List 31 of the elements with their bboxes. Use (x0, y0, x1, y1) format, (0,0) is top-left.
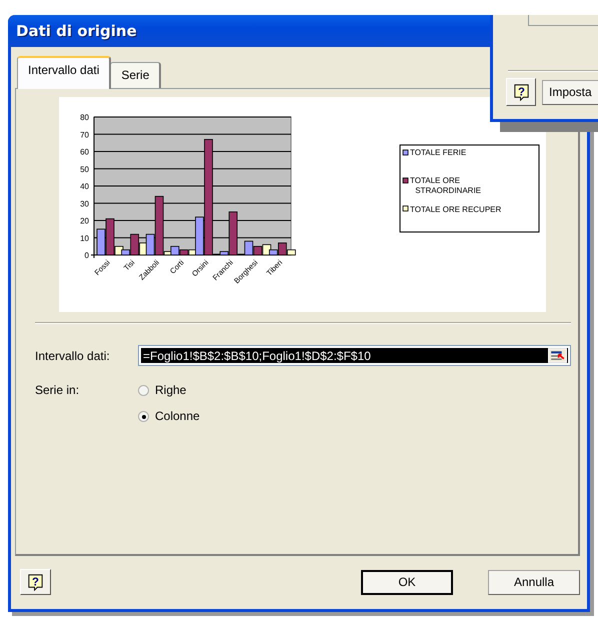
dialog-button[interactable]: OK (361, 570, 453, 594)
help-button[interactable]: ? (20, 569, 51, 595)
y-tick-label: 70 (80, 130, 89, 140)
help-button[interactable]: ? (506, 78, 536, 106)
range-field[interactable]: =Foglio1!$B$2:$B$10;Foglio1!$D$2:$F$10 (138, 345, 571, 366)
y-tick-label: 10 (80, 234, 89, 243)
legend-label: TOTALE ORE RECUPER (410, 205, 502, 214)
tab[interactable]: Serie (110, 62, 162, 88)
legend-label: TOTALE ORE STRAORDINARIE (410, 176, 482, 195)
y-tick-label: 80 (80, 113, 89, 122)
imposta-button[interactable]: Imposta (542, 80, 598, 104)
radio-label[interactable]: Colonne (155, 409, 200, 423)
help-icon: ? (26, 572, 45, 592)
collapse-dialog-icon[interactable] (548, 348, 567, 363)
legend-label: TOTALE FERIE (410, 148, 466, 157)
text-field[interactable] (528, 15, 598, 26)
y-tick-label: 50 (80, 164, 89, 174)
tab[interactable]: Intervallo dati (17, 56, 112, 89)
y-tick-label: 30 (80, 199, 89, 208)
y-tick-label: 0 (84, 251, 89, 260)
y-tick-label: 20 (80, 216, 89, 226)
radio-label[interactable]: Righe (155, 383, 186, 397)
dialog-button[interactable]: Annulla (488, 570, 580, 594)
radio-button[interactable] (138, 384, 149, 396)
y-tick-label: 60 (80, 148, 89, 156)
help-icon: ? (512, 82, 530, 102)
radio-button[interactable] (138, 410, 149, 422)
window-title: Dati di origine (16, 22, 137, 40)
range-label: Intervallo dati: (35, 348, 111, 362)
y-tick-label: 40 (80, 182, 89, 191)
series-in-label: Serie in: (35, 383, 80, 399)
